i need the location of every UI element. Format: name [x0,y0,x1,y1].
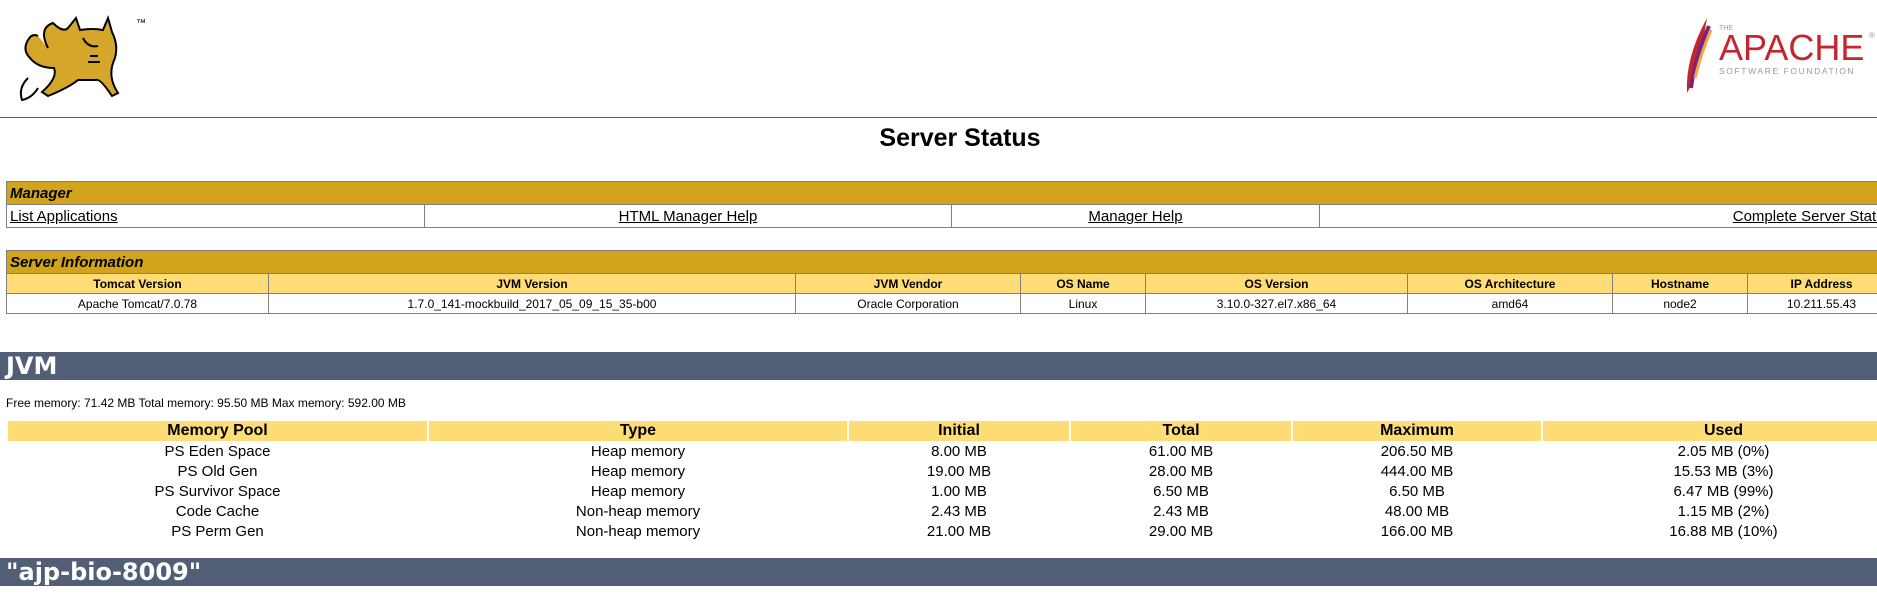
pool-maximum: 444.00 MB [1380,462,1454,480]
html-manager-help-link[interactable]: HTML Manager Help [619,208,758,225]
header-type: Type [429,421,847,441]
pool-maximum: 48.00 MB [1384,502,1450,520]
header-initial: Initial [849,421,1069,441]
pool-total: 6.50 MB [1153,482,1209,500]
header-ip-address: IP Address [1747,273,1877,294]
apache-subtitle: SOFTWARE FOUNDATION [1719,66,1855,76]
pool-total: 29.00 MB [1148,522,1214,540]
memory-pool-row: PS Perm Gen Non-heap memory 21.00 MB 29.… [8,521,1877,541]
header-memory-pool: Memory Pool [8,421,427,441]
ajp-connector-section-title: "ajp-bio-8009" [0,558,1877,586]
pool-maximum: 206.50 MB [1380,442,1454,460]
pool-initial: 19.00 MB [926,462,992,480]
pool-total: 28.00 MB [1148,462,1214,480]
jvm-section-title: JVM [0,352,1877,380]
memory-pool-row: PS Survivor Space Heap memory 1.00 MB 6.… [8,481,1877,501]
value-os-version: 3.10.0-327.el7.x86_64 [1145,293,1408,314]
pool-type: Non-heap memory [575,522,701,540]
server-information-table: Server Information Tomcat Version JVM Ve… [6,250,1877,314]
value-tomcat-version: Apache Tomcat/7.0.78 [6,293,269,314]
page-header: ™ THE APACHE ® SOFTWARE FOUNDATION [0,0,1877,118]
server-status-page: ™ THE APACHE ® SOFTWARE FOUNDATION Serve… [0,0,1877,598]
complete-server-status-link[interactable]: Complete Server Status [1733,208,1877,225]
pool-maximum: 6.50 MB [1389,482,1445,500]
header-total: Total [1071,421,1291,441]
value-hostname: node2 [1612,293,1748,314]
pool-initial: 21.00 MB [926,522,992,540]
list-applications-link[interactable]: List Applications [10,208,118,225]
pool-type: Heap memory [590,482,686,500]
pool-name: PS Eden Space [164,442,271,460]
header-jvm-vendor: JVM Vendor [795,273,1021,294]
memory-pool-header-row: Memory Pool Type Initial Total Maximum U… [8,421,1877,441]
pool-initial: 1.00 MB [931,482,987,500]
header-used: Used [1543,421,1877,441]
value-ip-address: 10.211.55.43 [1747,293,1877,314]
tomcat-logo[interactable]: ™ [8,8,158,108]
pool-type: Non-heap memory [575,502,701,520]
pool-maximum: 166.00 MB [1380,522,1454,540]
memory-pool-row: PS Old Gen Heap memory 19.00 MB 28.00 MB… [8,461,1877,481]
server-information-title: Server Information [6,250,1877,274]
pool-used: 15.53 MB (3%) [1673,462,1774,480]
pool-used: 1.15 MB (2%) [1677,502,1770,520]
pool-initial: 8.00 MB [931,442,987,460]
pool-used: 2.05 MB (0%) [1677,442,1770,460]
registered-mark: ® [1869,31,1875,40]
header-os-name: OS Name [1020,273,1146,294]
manager-table: Manager List Applications HTML Manager H… [6,181,1877,228]
pool-type: Heap memory [590,462,686,480]
header-jvm-version: JVM Version [268,273,796,294]
header-os-version: OS Version [1145,273,1408,294]
pool-total: 61.00 MB [1148,442,1214,460]
value-os-name: Linux [1020,293,1146,314]
pool-name: PS Old Gen [177,462,258,480]
pool-total: 2.43 MB [1153,502,1209,520]
server-information-data-row: Apache Tomcat/7.0.78 1.7.0_141-mockbuild… [6,293,1877,314]
value-jvm-version: 1.7.0_141-mockbuild_2017_05_09_15_35-b00 [268,293,796,314]
header-hostname: Hostname [1612,273,1748,294]
value-jvm-vendor: Oracle Corporation [795,293,1021,314]
pool-used: 16.88 MB (10%) [1669,522,1778,540]
page-title: Server Status [879,124,1041,152]
header-os-architecture: OS Architecture [1407,273,1613,294]
memory-summary: Free memory: 71.42 MB Total memory: 95.5… [6,396,406,410]
memory-pool-table: Memory Pool Type Initial Total Maximum U… [6,421,1877,541]
pool-initial: 2.43 MB [931,502,987,520]
memory-pool-row: Code Cache Non-heap memory 2.43 MB 2.43 … [8,501,1877,521]
pool-name: PS Survivor Space [154,482,281,500]
pool-type: Heap memory [590,442,686,460]
apache-wordmark: APACHE [1719,27,1864,68]
server-information-header-row: Tomcat Version JVM Version JVM Vendor OS… [6,273,1877,294]
pool-used: 6.47 MB (99%) [1673,482,1774,500]
header-tomcat-version: Tomcat Version [6,273,269,294]
header-maximum: Maximum [1293,421,1541,441]
trademark-mark: ™ [136,18,146,29]
manager-title: Manager [6,181,1877,205]
value-os-architecture: amd64 [1407,293,1613,314]
memory-pool-row: PS Eden Space Heap memory 8.00 MB 61.00 … [8,441,1877,461]
manager-help-link[interactable]: Manager Help [1088,208,1182,225]
apache-logo[interactable]: THE APACHE ® SOFTWARE FOUNDATION [1657,8,1877,108]
pool-name: Code Cache [175,502,260,520]
pool-name: PS Perm Gen [171,522,264,540]
